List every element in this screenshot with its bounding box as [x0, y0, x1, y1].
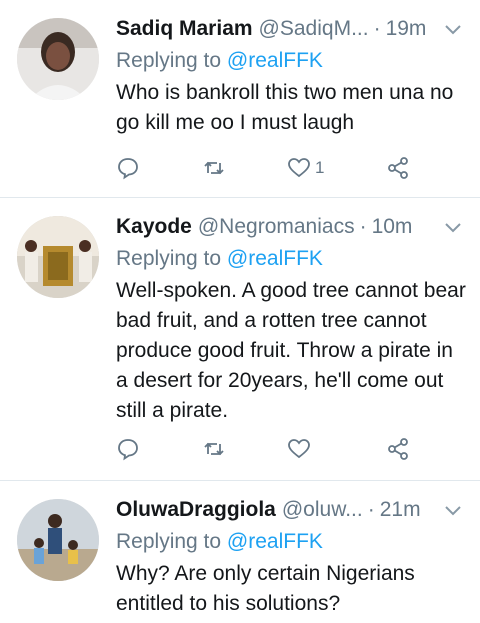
like-count: 1 [315, 158, 325, 177]
replying-to: Replying to @realFFK [116, 527, 466, 557]
share-icon [388, 438, 408, 460]
tweet[interactable]: Kayode @Negromaniacs · 10m Replying to @… [0, 198, 480, 481]
replying-prefix: Replying to [116, 247, 222, 270]
reply-button[interactable] [116, 434, 140, 464]
user-name[interactable]: OluwaDraggiola [116, 495, 276, 525]
user-handle[interactable]: @SadiqM... [259, 14, 369, 44]
separator-dot: · [373, 17, 381, 40]
user-handle[interactable]: @Negromaniacs [198, 212, 355, 242]
avatar[interactable] [17, 499, 99, 581]
chevron-down-icon[interactable] [444, 220, 462, 234]
timestamp[interactable]: 10m [372, 212, 413, 242]
retweet-button[interactable] [202, 153, 226, 183]
tweet-text: Well-spoken. A good tree cannot bear bad… [116, 279, 466, 422]
retweet-icon [204, 161, 224, 175]
like-icon [288, 439, 310, 459]
chevron-down-icon[interactable] [444, 503, 462, 517]
mention-link[interactable]: @realFFK [227, 530, 323, 553]
user-handle[interactable]: @oluw... [282, 495, 363, 525]
replying-to: Replying to @realFFK [116, 244, 466, 274]
mention-link[interactable]: @realFFK [227, 49, 323, 72]
avatar[interactable] [17, 18, 99, 100]
avatar[interactable] [17, 216, 99, 298]
reply-button[interactable] [116, 153, 140, 183]
replying-prefix: Replying to [116, 530, 222, 553]
mention-link[interactable]: @realFFK [227, 247, 323, 270]
retweet-icon [204, 442, 224, 456]
share-icon [388, 157, 408, 179]
replying-to: Replying to @realFFK [116, 46, 466, 76]
user-name[interactable]: Sadiq Mariam [116, 14, 253, 44]
replying-prefix: Replying to [116, 49, 222, 72]
reply-icon [118, 158, 138, 180]
tweet[interactable]: OluwaDraggiola @oluw... · 21m Replying t… [0, 481, 480, 623]
separator-dot: · [367, 498, 375, 521]
tweet[interactable]: Sadiq Mariam @SadiqM... · 19m Replying t… [0, 0, 480, 198]
like-icon [288, 158, 310, 178]
like-button[interactable] [287, 434, 315, 464]
share-button[interactable] [386, 434, 410, 464]
retweet-button[interactable] [202, 434, 226, 464]
like-button[interactable]: 1 [287, 153, 324, 183]
reply-icon [118, 439, 138, 461]
tweet-text: Who is bankroll this two men una no go k… [116, 81, 454, 134]
share-button[interactable] [386, 153, 410, 183]
separator-dot: · [359, 215, 367, 238]
timestamp[interactable]: 21m [380, 495, 421, 525]
user-name[interactable]: Kayode [116, 212, 192, 242]
chevron-down-icon[interactable] [444, 22, 462, 36]
timestamp[interactable]: 19m [386, 14, 427, 44]
tweet-text: Why? Are only certain Nigerians entitled… [116, 562, 415, 615]
